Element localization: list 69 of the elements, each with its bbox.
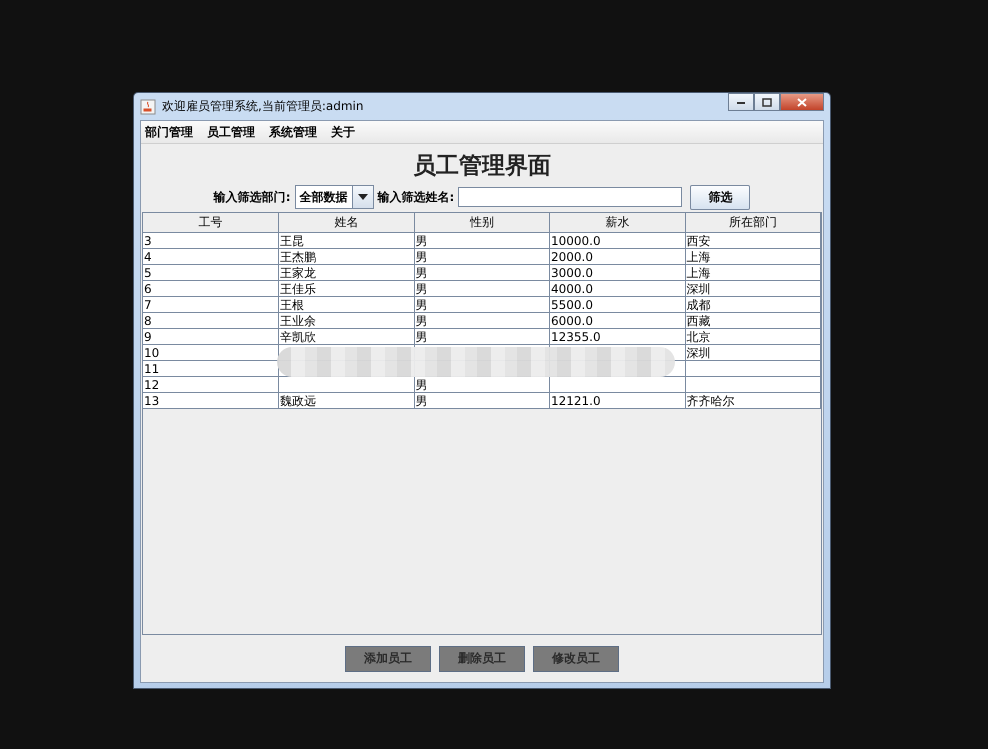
table-cell: 齐齐哈尔 [686, 394, 734, 408]
table-cell: 男 [416, 378, 428, 392]
table-cell: 6 [144, 282, 152, 296]
table-cell: 男 [416, 266, 428, 280]
name-label: 输入筛选姓名: [378, 188, 454, 206]
maximize-button[interactable] [754, 93, 780, 111]
table-cell: 西藏 [686, 314, 710, 328]
table-cell: 上海 [686, 250, 710, 264]
table-cell: 5500.0 [551, 298, 593, 312]
table-cell: 8 [144, 314, 152, 328]
table-cell: 王杰鹏 [280, 250, 316, 264]
table-cell: 男 [416, 330, 428, 344]
table-cell: 西安 [686, 234, 710, 248]
table-cell: 5 [144, 266, 152, 280]
table-cell: 深圳 [686, 346, 710, 360]
menu-item[interactable]: 员工管理 [207, 124, 255, 140]
table-cell: 男 [416, 234, 428, 248]
table-cell: 12121.0 [551, 394, 601, 408]
menu-item[interactable]: 关于 [331, 124, 355, 140]
column-header[interactable]: 姓名 [278, 213, 414, 232]
table-cell: 2000.0 [551, 250, 593, 264]
table-cell: 北京 [686, 330, 710, 344]
page-heading: 员工管理界面 [412, 151, 552, 181]
cup-icon [140, 98, 156, 114]
minimize-button[interactable] [728, 93, 754, 111]
table-cell: 12355.0 [551, 330, 601, 344]
table-cell: 13 [144, 394, 160, 408]
table-cell: 11 [144, 362, 160, 376]
table-cell: 王根 [280, 298, 304, 312]
table-cell: 男 [416, 298, 428, 312]
table-cell: 男 [416, 314, 428, 328]
column-header[interactable]: 性别 [414, 213, 550, 232]
name-input-field[interactable] [458, 187, 682, 207]
menu-item[interactable]: 部门管理 [145, 124, 193, 140]
caret-icon [358, 194, 368, 200]
table-cell: 4 [144, 250, 152, 264]
table-cell: 王昆 [280, 234, 304, 248]
table-cell: 魏政远 [280, 394, 316, 408]
window-title: 欢迎雇员管理系统,当前管理员:admin [162, 98, 364, 115]
table-cell: 7 [144, 298, 152, 312]
maximize-icon [762, 98, 772, 106]
table-cell: 深圳 [686, 282, 710, 296]
column-header[interactable]: 工号 [143, 213, 278, 232]
table-cell: 王佳乐 [280, 282, 316, 296]
table-cell: 10000.0 [551, 234, 601, 248]
table-cell: 王家龙 [280, 266, 316, 280]
filter-button[interactable]: 筛选 [690, 184, 750, 210]
dept-label: 输入筛选部门: [214, 188, 290, 206]
table-cell: 3 [144, 234, 152, 248]
table-cell: 男 [416, 282, 428, 296]
close-button[interactable] [780, 93, 824, 111]
table-cell: 9 [144, 330, 152, 344]
table-cell: 辛凯欣 [280, 330, 316, 344]
close-icon [797, 98, 807, 106]
table-cell: 10 [144, 346, 160, 360]
column-header[interactable]: 所在部门 [685, 213, 820, 232]
menu-item[interactable]: 系统管理 [269, 124, 317, 140]
table-cell: 3000.0 [551, 266, 593, 280]
dept-dropdown[interactable]: 全部数据 [294, 185, 374, 209]
table-cell: 上海 [686, 266, 710, 280]
table-cell: 4000.0 [551, 282, 593, 296]
table-cell: 6000.0 [551, 314, 593, 328]
table-cell: 成都 [686, 298, 710, 312]
table-cell: 男 [416, 250, 428, 264]
column-header[interactable]: 薪水 [550, 213, 685, 232]
table-cell: 12 [144, 378, 160, 392]
minimize-icon [736, 99, 746, 105]
table-cell: 王业余 [280, 314, 316, 328]
table-cell: 男 [416, 394, 428, 408]
